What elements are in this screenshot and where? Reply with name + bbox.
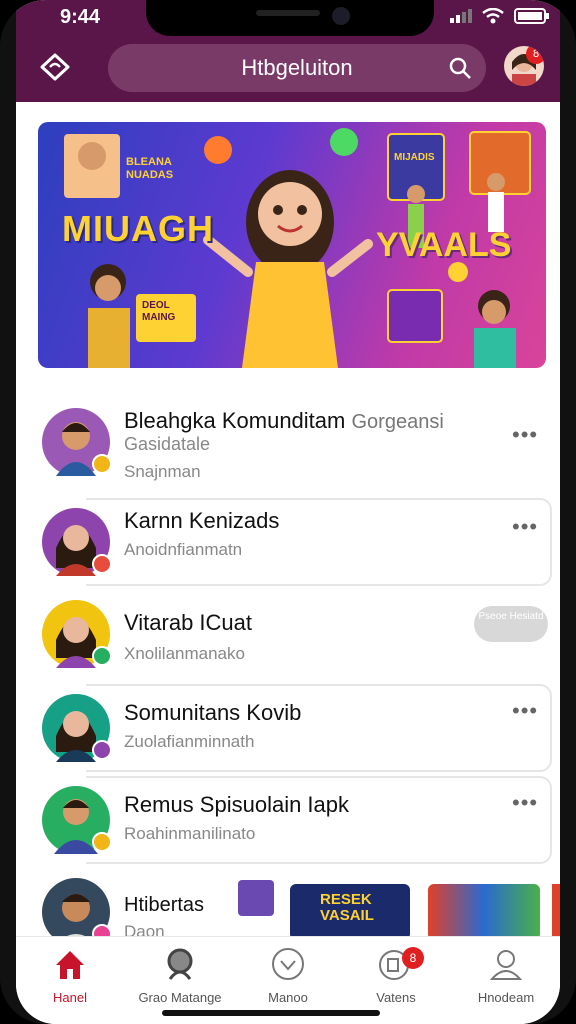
item-caption: Anoidnfianmatn — [124, 540, 243, 559]
search-icon[interactable] — [448, 56, 472, 85]
tab-label: Hanel — [53, 990, 87, 1005]
tab-heart[interactable]: Manoo — [238, 947, 338, 1005]
promo-banner[interactable]: MIUAGH YVAALS BLEANA NUADAS MIJADIS DEOL… — [38, 122, 546, 368]
home-icon — [56, 951, 84, 979]
more-options-button[interactable]: ••• — [512, 422, 538, 448]
item-name: Vitarab ICuat — [124, 610, 253, 635]
banner-card-text: DEOL MAING — [142, 300, 176, 323]
status-time: 9:44 — [60, 6, 101, 28]
phone-frame: 9:44 Htbgeluiton 8 MIUAGH YVAALS BLEANA … — [0, 0, 576, 1024]
battery-icon — [514, 8, 549, 24]
avatar — [42, 786, 112, 854]
status-dot — [92, 646, 112, 666]
list-item[interactable]: Vitarab ICuat Xnolilanmanako Pseoe Hesia… — [16, 588, 560, 680]
thumbnail[interactable] — [552, 884, 560, 940]
search-bar[interactable]: Htbgeluiton — [108, 44, 486, 92]
list-item[interactable]: Karnn Kenizads Anoidnfianmatn ••• — [16, 496, 560, 588]
tab-label: Grao Matange — [138, 990, 222, 1005]
tab-messages[interactable]: 8 Vatens — [346, 947, 446, 1005]
more-options-button[interactable]: ••• — [512, 514, 538, 540]
app-screen: 9:44 Htbgeluiton 8 MIUAGH YVAALS BLEANA … — [16, 0, 560, 1024]
item-caption: Roahinmanilinato — [124, 824, 256, 843]
app-logo-icon[interactable] — [38, 52, 72, 87]
group-icon — [167, 948, 193, 980]
thumbnail[interactable] — [428, 884, 540, 940]
banner-title-right: YVAALS — [376, 226, 512, 264]
tab-label: Vatens — [376, 990, 416, 1005]
more-options-button[interactable]: ••• — [512, 790, 538, 816]
thumbnail[interactable] — [238, 880, 274, 916]
app-header: 9:44 Htbgeluiton 8 — [16, 0, 560, 102]
item-name: Htibertas — [124, 894, 205, 916]
status-dot — [92, 454, 112, 474]
tab-label: Hnodeam — [477, 990, 535, 1005]
item-name: Remus Spisuolain Iapk — [124, 792, 350, 817]
tab-label: Manoo — [268, 990, 308, 1005]
item-name: Somunitans Kovib — [124, 700, 302, 725]
list-item[interactable]: Somunitans Kovib Zuolafianminnath ••• — [16, 682, 560, 774]
thumbnail-label: RESEK VASAIL — [320, 891, 374, 924]
item-name: Karnn Kenizads — [124, 508, 280, 533]
wifi-icon — [482, 8, 504, 24]
item-name: Bleahgka Komunditam — [124, 408, 346, 433]
heart-icon — [272, 948, 304, 980]
status-icons — [450, 8, 550, 24]
tab-badge: 8 — [402, 947, 424, 969]
tab-home[interactable]: Hanel — [20, 947, 120, 1005]
list-item[interactable]: Bleahgka Komunditam Gorgeansi Gasidatale… — [16, 388, 560, 481]
action-pill-button[interactable]: Pseoe Hesiatd — [474, 606, 548, 642]
banner-text-top: BLEANA NUADAS — [126, 156, 174, 181]
banner-title-left: MIUAGH — [62, 208, 214, 249]
user-avatar[interactable]: 8 — [504, 46, 544, 86]
item-card — [86, 776, 552, 864]
header-title: Htbgeluiton — [241, 55, 353, 80]
item-name-extra: Gorgeansi — [351, 411, 444, 433]
avatar — [42, 508, 112, 576]
home-indicator — [162, 1010, 380, 1016]
tab-profile[interactable]: Hnodeam — [456, 947, 556, 1005]
item-card — [86, 684, 552, 772]
list-item[interactable]: Remus Spisuolain Iapk Roahinmanilinato •… — [16, 774, 560, 866]
item-caption: Zuolafianminnath — [124, 732, 255, 751]
item-subtitle: Gasidatale — [124, 434, 211, 454]
banner-text-right: MIJADIS — [394, 152, 435, 163]
profile-icon — [489, 950, 523, 980]
tab-group[interactable]: Grao Matange — [130, 947, 230, 1005]
item-caption: Xnolilanmanako — [124, 644, 245, 663]
status-dot — [92, 554, 112, 574]
avatar — [42, 694, 112, 762]
avatar-notification-badge: 8 — [526, 46, 544, 64]
more-options-button[interactable]: ••• — [512, 698, 538, 724]
item-caption: Snajnman — [124, 462, 201, 481]
signal-icon — [450, 9, 472, 23]
avatar — [42, 600, 112, 668]
status-dot — [92, 740, 112, 760]
status-dot — [92, 832, 112, 852]
camera-notch — [146, 0, 434, 36]
avatar — [42, 408, 112, 476]
thumbnail[interactable]: RESEK VASAIL — [290, 884, 410, 940]
